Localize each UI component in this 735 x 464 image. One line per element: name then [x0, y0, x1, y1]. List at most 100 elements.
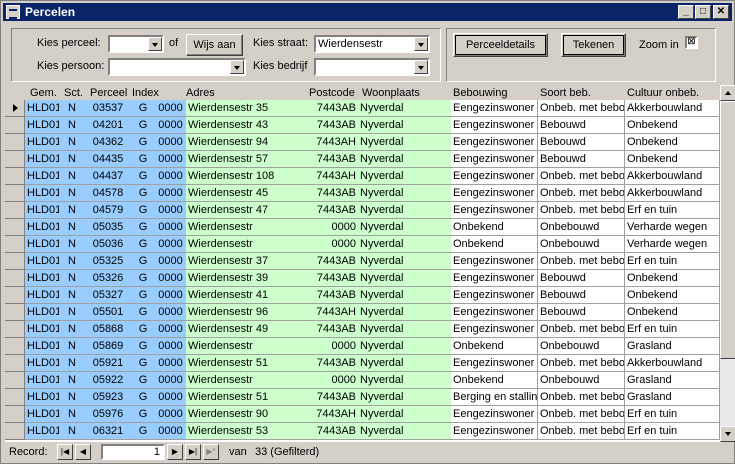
table-cell[interactable]: HLD01	[25, 287, 59, 304]
table-cell[interactable]: Wierdensestr 41	[186, 287, 308, 304]
table-row[interactable]: HLD01 N 05921 G 0000 Wierdensestr 51 7443AB Nyv…	[5, 355, 720, 372]
table-cell[interactable]: N	[59, 168, 85, 185]
table-cell[interactable]: Nyverdal	[358, 270, 451, 287]
table-cell[interactable]: 7443AB	[308, 270, 358, 287]
table-cell[interactable]: 05501	[85, 304, 131, 321]
table-cell[interactable]: N	[59, 151, 85, 168]
table-cell[interactable]: Onbeb. met bebo	[538, 168, 625, 185]
table-cell[interactable]: 7443AB	[308, 185, 358, 202]
table-cell[interactable]: 7443AB	[308, 202, 358, 219]
table-cell[interactable]: 0000	[155, 389, 186, 406]
table-cell[interactable]: Wierdensestr	[186, 338, 308, 355]
table-cell[interactable]: Grasland	[625, 389, 720, 406]
table-cell[interactable]: Eengezinswoner	[451, 117, 538, 134]
previous-record-icon[interactable]: ◀	[75, 444, 91, 460]
chevron-down-icon[interactable]	[414, 60, 428, 74]
table-cell[interactable]: 04578	[85, 185, 131, 202]
row-selector[interactable]	[5, 253, 25, 270]
table-cell[interactable]: 7443AB	[308, 151, 358, 168]
table-cell[interactable]: Grasland	[625, 338, 720, 355]
table-cell[interactable]: N	[59, 219, 85, 236]
table-cell[interactable]: Nyverdal	[358, 168, 451, 185]
table-cell[interactable]: HLD01	[25, 219, 59, 236]
table-cell[interactable]: HLD01	[25, 185, 59, 202]
table-cell[interactable]: Erf en tuin	[625, 406, 720, 423]
row-selector[interactable]	[5, 134, 25, 151]
table-cell[interactable]: HLD01	[25, 270, 59, 287]
table-cell[interactable]: 7443AB	[308, 423, 358, 440]
col-header[interactable]: Sct.	[64, 87, 83, 99]
table-cell[interactable]: 0000	[155, 372, 186, 389]
table-cell[interactable]: 05325	[85, 253, 131, 270]
table-cell[interactable]: 05035	[85, 219, 131, 236]
table-cell[interactable]: 0000	[155, 236, 186, 253]
table-cell[interactable]: 0000	[155, 304, 186, 321]
col-header[interactable]: Soort beb.	[540, 87, 591, 99]
table-cell[interactable]: Wierdensestr 53	[186, 423, 308, 440]
title-bar[interactable]: Percelen _ □ ✕	[3, 3, 732, 21]
table-cell[interactable]: Wierdensestr 45	[186, 185, 308, 202]
table-cell[interactable]: N	[59, 304, 85, 321]
table-cell[interactable]: 05923	[85, 389, 131, 406]
table-cell[interactable]: Wierdensestr 51	[186, 355, 308, 372]
table-cell[interactable]: Wierdensestr 49	[186, 321, 308, 338]
table-cell[interactable]: Onbebouwd	[538, 219, 625, 236]
table-cell[interactable]: Eengezinswoner	[451, 355, 538, 372]
table-cell[interactable]: 03537	[85, 100, 131, 117]
table-cell[interactable]: Onbeb. met bebo	[538, 100, 625, 117]
table-row[interactable]: HLD01 N 05976 G 0000 Wierdensestr 90 7443AH Nyv…	[5, 406, 720, 423]
table-cell[interactable]: G	[131, 219, 155, 236]
table-cell[interactable]: Nyverdal	[358, 389, 451, 406]
row-selector[interactable]	[5, 304, 25, 321]
table-cell[interactable]: Onbeb. met bebo	[538, 202, 625, 219]
table-cell[interactable]: G	[131, 304, 155, 321]
table-cell[interactable]: N	[59, 406, 85, 423]
chevron-down-icon[interactable]	[148, 37, 162, 51]
table-cell[interactable]: 0000	[155, 168, 186, 185]
perceel-combo[interactable]	[108, 35, 164, 53]
row-selector[interactable]	[5, 372, 25, 389]
table-cell[interactable]: Nyverdal	[358, 151, 451, 168]
table-cell[interactable]: N	[59, 100, 85, 117]
table-cell[interactable]: Bebouwd	[538, 117, 625, 134]
table-cell[interactable]: 0000	[308, 338, 358, 355]
table-cell[interactable]: Eengezinswoner	[451, 202, 538, 219]
table-cell[interactable]: 0000	[155, 219, 186, 236]
table-cell[interactable]: G	[131, 100, 155, 117]
table-cell[interactable]: Onbekend	[625, 304, 720, 321]
table-cell[interactable]: Nyverdal	[358, 304, 451, 321]
table-cell[interactable]: HLD01	[25, 372, 59, 389]
table-cell[interactable]: HLD01	[25, 355, 59, 372]
chevron-down-icon[interactable]	[230, 60, 244, 74]
table-cell[interactable]: Nyverdal	[358, 202, 451, 219]
table-cell[interactable]: 0000	[155, 270, 186, 287]
table-row[interactable]: HLD01 N 05923 G 0000 Wierdensestr 51 7443AB Nyv…	[5, 389, 720, 406]
table-cell[interactable]: 05327	[85, 287, 131, 304]
table-cell[interactable]: 04201	[85, 117, 131, 134]
table-cell[interactable]: 0000	[155, 253, 186, 270]
table-cell[interactable]: Grasland	[625, 372, 720, 389]
table-cell[interactable]: 0000	[155, 100, 186, 117]
table-cell[interactable]: Eengezinswoner	[451, 151, 538, 168]
table-cell[interactable]: Nyverdal	[358, 185, 451, 202]
table-cell[interactable]: Erf en tuin	[625, 253, 720, 270]
table-cell[interactable]: Erf en tuin	[625, 321, 720, 338]
table-cell[interactable]: HLD01	[25, 338, 59, 355]
table-cell[interactable]: Nyverdal	[358, 253, 451, 270]
col-header[interactable]: Adres	[186, 87, 215, 99]
table-cell[interactable]: HLD01	[25, 236, 59, 253]
col-header[interactable]: Gem.	[30, 87, 57, 99]
table-cell[interactable]: Onbeb. met bebo	[538, 423, 625, 440]
table-cell[interactable]: Eengezinswoner	[451, 185, 538, 202]
table-cell[interactable]: Wierdensestr 47	[186, 202, 308, 219]
table-cell[interactable]: Nyverdal	[358, 406, 451, 423]
table-cell[interactable]: Akkerbouwland	[625, 355, 720, 372]
table-cell[interactable]: HLD01	[25, 202, 59, 219]
table-cell[interactable]: Nyverdal	[358, 321, 451, 338]
table-cell[interactable]: N	[59, 134, 85, 151]
table-cell[interactable]: G	[131, 423, 155, 440]
table-cell[interactable]: HLD01	[25, 168, 59, 185]
table-cell[interactable]: Eengezinswoner	[451, 134, 538, 151]
row-selector[interactable]	[5, 202, 25, 219]
current-record-arrow-icon[interactable]	[5, 100, 25, 117]
